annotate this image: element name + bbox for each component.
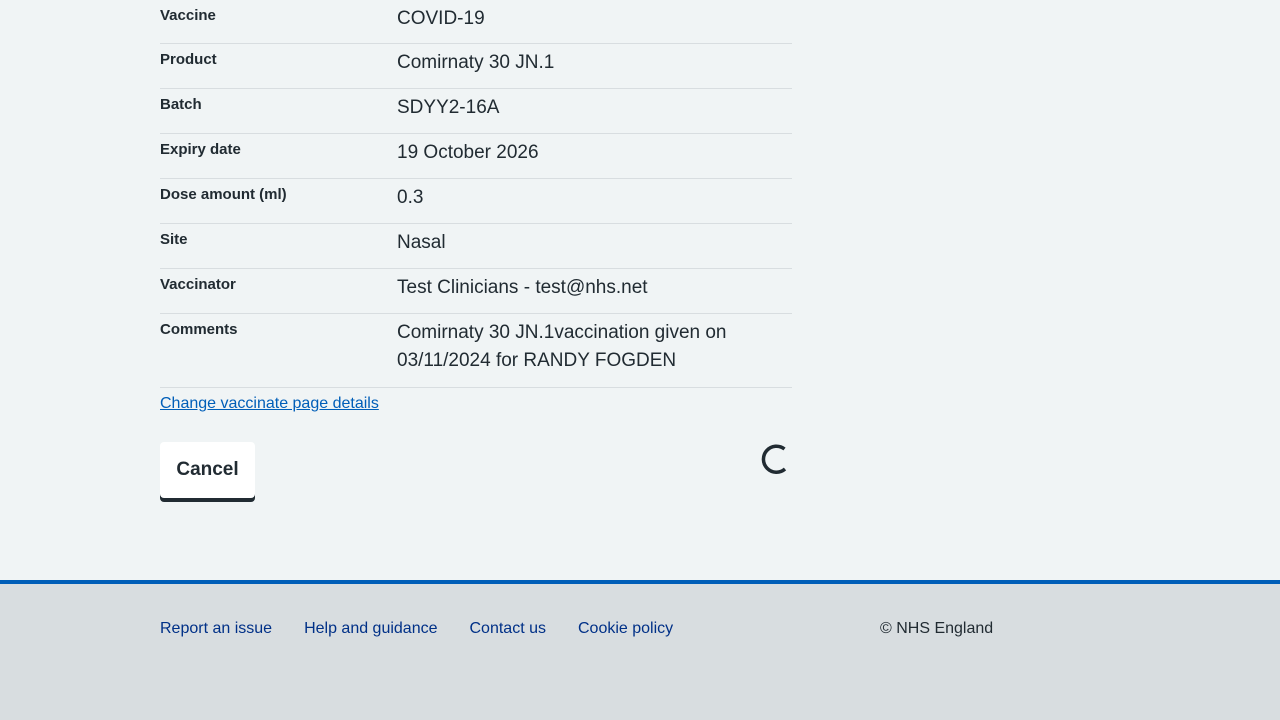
change-details-link[interactable]: Change vaccinate page details [160,393,379,415]
summary-row-vaccine: Vaccine COVID-19 [160,0,792,44]
footer-link-item: Help and guidance [304,618,437,640]
summary-value: 0.3 [397,187,424,208]
report-issue-link[interactable]: Report an issue [160,620,272,637]
summary-row-vaccinator: Vaccinator Test Clinicians - test@nhs.ne… [160,269,792,314]
cookie-policy-link[interactable]: Cookie policy [578,620,673,637]
summary-key: Product [160,51,217,68]
footer-link-item: Cookie policy [578,618,673,640]
summary-value: Comirnaty 30 JN.1 [397,52,555,73]
summary-value: Nasal [397,232,446,253]
summary-value: COVID-19 [397,8,485,29]
site-footer: Report an issue Help and guidance Contac… [0,580,1280,720]
summary-row-batch: Batch SDYY2-16A [160,89,792,134]
summary-row-site: Site Nasal [160,224,792,269]
footer-link-item: Report an issue [160,618,272,640]
summary-key: Vaccine [160,7,216,24]
summary-key: Vaccinator [160,276,236,293]
summary-key: Comments [160,321,238,338]
summary-row-product: Product Comirnaty 30 JN.1 [160,44,792,89]
summary-value: Comirnaty 30 JN.1vaccination given on 03… [397,322,727,371]
cancel-button[interactable]: Cancel [160,442,255,498]
summary-value: 19 October 2026 [397,142,539,163]
copyright-text: © NHS England [880,620,994,637]
help-guidance-link[interactable]: Help and guidance [304,620,437,637]
summary-key: Site [160,231,188,248]
footer-links: Report an issue Help and guidance Contac… [160,618,673,640]
summary-value: Test Clinicians - test@nhs.net [397,277,648,298]
summary-row-dose-amount: Dose amount (ml) 0.3 [160,179,792,224]
loading-spinner-icon [761,444,787,474]
summary-key: Dose amount (ml) [160,186,287,203]
summary-key: Batch [160,96,202,113]
contact-us-link[interactable]: Contact us [470,620,546,637]
vaccination-summary-list: Vaccine COVID-19 Product Comirnaty 30 JN… [160,0,792,388]
summary-row-expiry-date: Expiry date 19 October 2026 [160,134,792,179]
summary-row-comments: Comments Comirnaty 30 JN.1vaccination gi… [160,314,792,388]
summary-value: SDYY2-16A [397,97,500,118]
footer-link-item: Contact us [470,618,546,640]
form-actions: Cancel [160,442,792,502]
main-content: Vaccine COVID-19 Product Comirnaty 30 JN… [160,0,792,502]
summary-key: Expiry date [160,141,241,158]
